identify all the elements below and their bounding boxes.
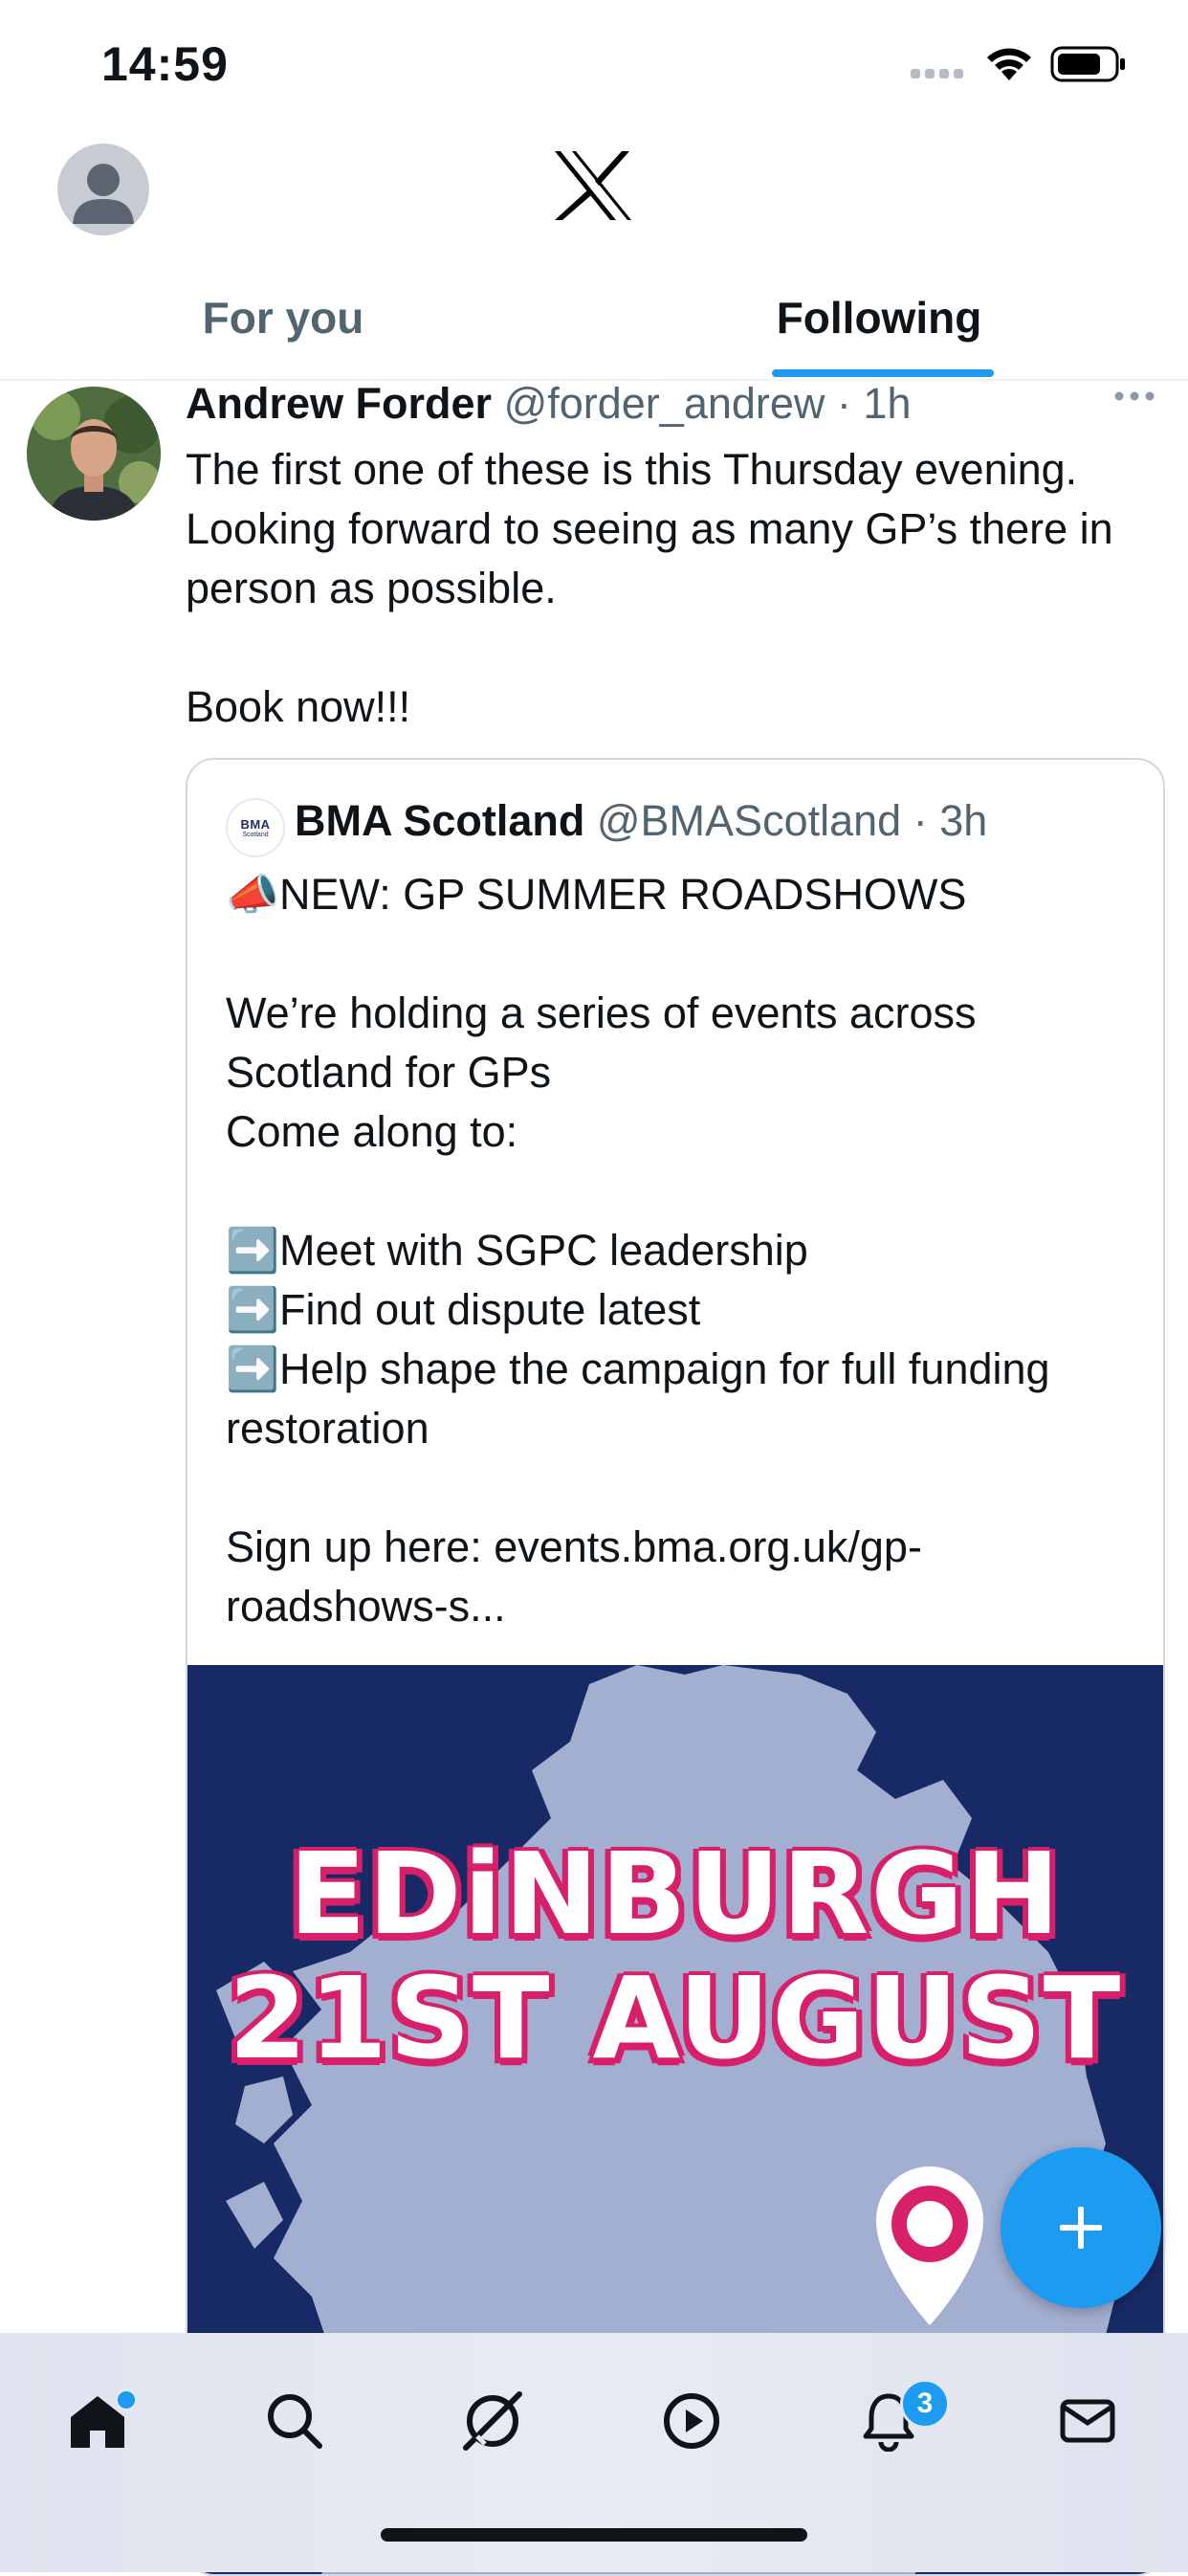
tab-following[interactable]: Following (594, 258, 1164, 377)
nav-messages-button[interactable] (1030, 2364, 1145, 2478)
profile-avatar-button[interactable] (57, 144, 149, 235)
tweet-text: The first one of these is this Thursday … (186, 445, 1113, 731)
quote-header: BMA Scotland @BMAScotland · 3h (295, 796, 987, 846)
status-time: 14:59 (101, 37, 229, 91)
author-avatar[interactable] (27, 387, 161, 521)
tweet-header: Andrew Forder @forder_andrew · 1h (186, 379, 911, 429)
nav-home-button[interactable] (40, 2364, 155, 2478)
poster-date: 21ST AUGUST (228, 1952, 1123, 2084)
tweet-time[interactable]: 1h (863, 379, 911, 428)
quote-separator: · (901, 796, 940, 845)
video-icon (664, 2393, 719, 2449)
status-bar: 14:59 (0, 0, 1188, 124)
wifi-icon (987, 48, 1031, 80)
x-logo-icon[interactable] (553, 149, 633, 222)
plus-icon (1060, 2207, 1102, 2249)
notifications-badge: 3 (900, 2379, 950, 2429)
bma-logo-text: BMA (240, 817, 271, 832)
bma-logo-subtext: Scotland (242, 832, 269, 838)
quote-text: 📣NEW: GP SUMMER ROADSHOWS We’re holding … (226, 870, 1050, 1631)
author-photo (27, 387, 161, 521)
tab-following-label: Following (776, 293, 982, 343)
cellular-signal-icon (911, 69, 963, 78)
quote-author-avatar[interactable]: BMA Scotland (226, 798, 285, 857)
compose-post-button[interactable] (1001, 2147, 1161, 2308)
mail-icon (1060, 2399, 1115, 2443)
home-indicator (381, 2528, 807, 2542)
default-avatar-icon (73, 164, 134, 224)
quote-time: 3h (939, 796, 988, 845)
author-handle[interactable]: @forder_andrew (504, 379, 825, 428)
quoted-tweet-card[interactable]: BMA Scotland BMA Scotland @BMAScotland ·… (186, 758, 1165, 2576)
battery-icon (1050, 46, 1125, 82)
nav-notifications-button[interactable]: 3 (831, 2364, 950, 2478)
quote-author-name[interactable]: BMA Scotland (295, 796, 584, 845)
search-icon (268, 2394, 322, 2449)
nav-search-button[interactable] (237, 2364, 352, 2478)
nav-video-button[interactable] (634, 2364, 749, 2478)
tab-for-you-label: For you (202, 293, 364, 343)
grok-icon (463, 2391, 522, 2451)
quote-author-handle[interactable]: @BMAScotland (597, 796, 901, 845)
more-options-icon[interactable] (1113, 390, 1155, 402)
author-name[interactable]: Andrew Forder (186, 379, 492, 428)
header-separator: · (825, 379, 864, 428)
nav-grok-button[interactable] (435, 2364, 550, 2478)
tab-for-you[interactable]: For you (0, 258, 566, 377)
timeline-tabs: For you Following (0, 258, 1188, 381)
selected-tab-indicator (772, 369, 994, 377)
home-new-posts-dot (115, 2388, 138, 2411)
poster-city: EDiNBURGH (289, 1828, 1062, 1960)
